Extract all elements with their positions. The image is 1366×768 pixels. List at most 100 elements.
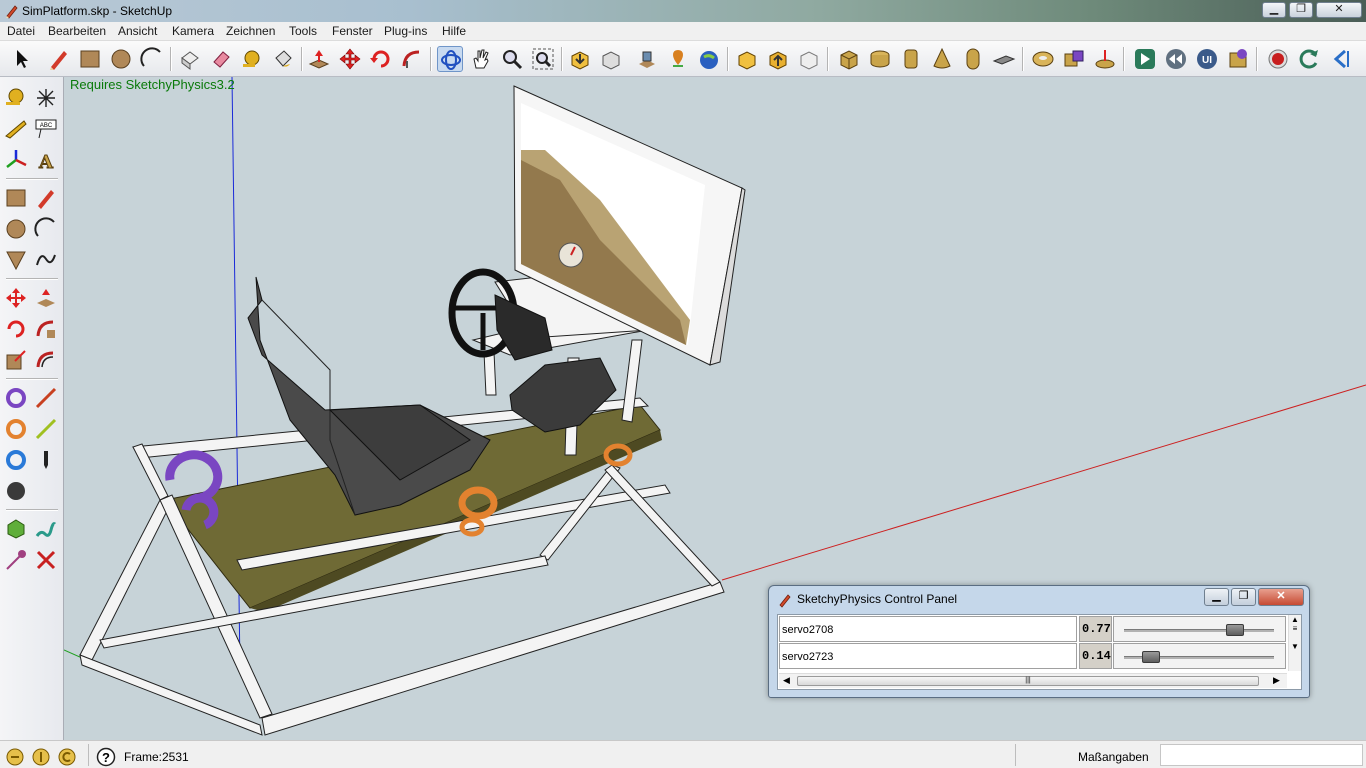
horizontal-scrollbar[interactable]: ◀ ||| ▶ [779,673,1287,688]
move-icon[interactable] [337,46,363,72]
protractor-icon[interactable] [3,116,29,142]
pencil-line-icon[interactable] [46,46,72,72]
servo-joint-icon[interactable] [3,416,29,442]
follow-me-icon[interactable] [33,316,59,342]
toggle-terrain-icon[interactable] [696,46,722,72]
slider-thumb[interactable] [1225,624,1244,636]
rotate-icon[interactable] [3,316,29,342]
make-component-icon[interactable] [177,46,203,72]
piston-joint-icon[interactable] [33,416,59,442]
panel-minimize-button[interactable]: ▁ [1204,588,1229,606]
tape-measure-icon[interactable] [239,46,265,72]
menu-kamera[interactable]: Kamera [172,24,214,38]
sketchup-pencil-icon [779,594,791,608]
preview-model-icon[interactable] [796,46,822,72]
panel-close-button[interactable]: ✕ [1258,588,1304,606]
credits-icon[interactable] [31,747,51,767]
text-label-icon[interactable]: ABC [33,116,59,142]
3d-text-icon[interactable]: A [33,147,59,174]
menu-datei[interactable]: Datei [7,24,35,38]
paint-bucket-icon[interactable] [270,46,296,72]
kinect-icon[interactable] [1327,46,1353,72]
axes-icon[interactable] [33,85,59,111]
spring-joint-icon[interactable] [3,516,29,542]
close-button[interactable]: ✕ [1316,2,1362,18]
menu-ansicht[interactable]: Ansicht [118,24,157,38]
rewind-simulation-icon[interactable] [1163,46,1189,72]
offset-icon[interactable] [33,347,59,373]
menu-zeichnen[interactable]: Zeichnen [226,24,275,38]
box-solid-icon[interactable] [836,46,862,72]
slider-thumb[interactable] [1142,651,1161,663]
get-photo-texture-icon[interactable] [734,46,760,72]
arc-icon[interactable] [139,46,165,72]
record-icon[interactable] [1265,46,1291,72]
orbit-icon[interactable] [437,46,463,72]
line-icon[interactable] [33,185,59,211]
servo-slider[interactable] [1113,616,1286,642]
pan-hand-icon[interactable] [468,46,494,72]
vertical-scrollbar[interactable]: ▲ ≡ ▼ [1288,615,1301,671]
arc-icon[interactable] [33,216,59,242]
reset-icon[interactable] [1296,46,1322,72]
google-earth-icon[interactable] [634,46,660,72]
tube-solid-icon[interactable] [898,46,924,72]
freehand-icon[interactable] [33,247,59,273]
circle-icon[interactable] [3,216,29,242]
servo-slider[interactable] [1113,643,1286,669]
capsule-solid-icon[interactable] [960,46,986,72]
rectangle-icon[interactable] [3,185,29,211]
svg-text:A: A [38,152,54,173]
hinge-joint-icon[interactable] [3,385,29,411]
push-pull-icon[interactable] [306,46,332,72]
panel-maximize-button[interactable]: ❐ [1231,588,1256,606]
lift-icon[interactable] [1092,46,1118,72]
tape-measure-icon[interactable] [3,85,29,111]
cone-solid-icon[interactable] [929,46,955,72]
status-bar: ? Frame:2531 Maßangaben [0,740,1366,768]
share-model-icon[interactable] [598,46,624,72]
get-models-icon[interactable] [567,46,593,72]
scale-icon[interactable] [3,347,29,373]
move-icon[interactable] [3,285,29,311]
menu-bearbeiten[interactable]: Bearbeiten [48,24,106,38]
fixed-joint-icon[interactable] [33,547,59,573]
spring-icon[interactable] [33,516,59,542]
maximize-button[interactable]: ❐ [1289,2,1313,18]
physics-settings-icon[interactable] [1225,46,1251,72]
magnet-icon[interactable] [33,447,59,473]
slider-value: 0.14 [1079,643,1112,669]
share-component-icon[interactable] [765,46,791,72]
joint-connector-icon[interactable] [1061,46,1087,72]
menu-fenster[interactable]: Fenster [332,24,373,38]
motor-joint-icon[interactable] [3,447,29,473]
push-pull-icon[interactable] [33,285,59,311]
add-location-icon[interactable] [665,46,691,72]
circle-icon[interactable] [108,46,134,72]
rotate-icon[interactable] [368,46,394,72]
solid-ball-icon[interactable] [3,478,29,504]
cylinder-solid-icon[interactable] [867,46,893,72]
torus-solid-icon[interactable] [1030,46,1056,72]
eraser-icon[interactable] [208,46,234,72]
follow-me-icon[interactable] [399,46,425,72]
plate-solid-icon[interactable] [991,46,1017,72]
tether-icon[interactable] [3,547,29,573]
axes-tool-icon[interactable] [3,147,29,173]
geo-location-icon[interactable] [5,747,25,767]
polygon-icon[interactable] [3,247,29,273]
slider-joint-icon[interactable] [33,385,59,411]
play-simulation-icon[interactable] [1132,46,1158,72]
minimize-button[interactable]: ▁ [1262,2,1286,18]
measurements-input[interactable] [1160,744,1363,766]
copyright-icon[interactable] [57,747,77,767]
menu-plugins[interactable]: Plug-ins [384,24,427,38]
menu-tools[interactable]: Tools [289,24,317,38]
menu-hilfe[interactable]: Hilfe [442,24,466,38]
rectangle-icon[interactable] [77,46,103,72]
select-arrow-icon[interactable] [8,46,34,72]
help-icon[interactable]: ? [96,747,116,767]
zoom-icon[interactable] [499,46,525,72]
zoom-extents-icon[interactable] [530,46,556,72]
ui-control-icon[interactable]: UI [1194,46,1220,72]
